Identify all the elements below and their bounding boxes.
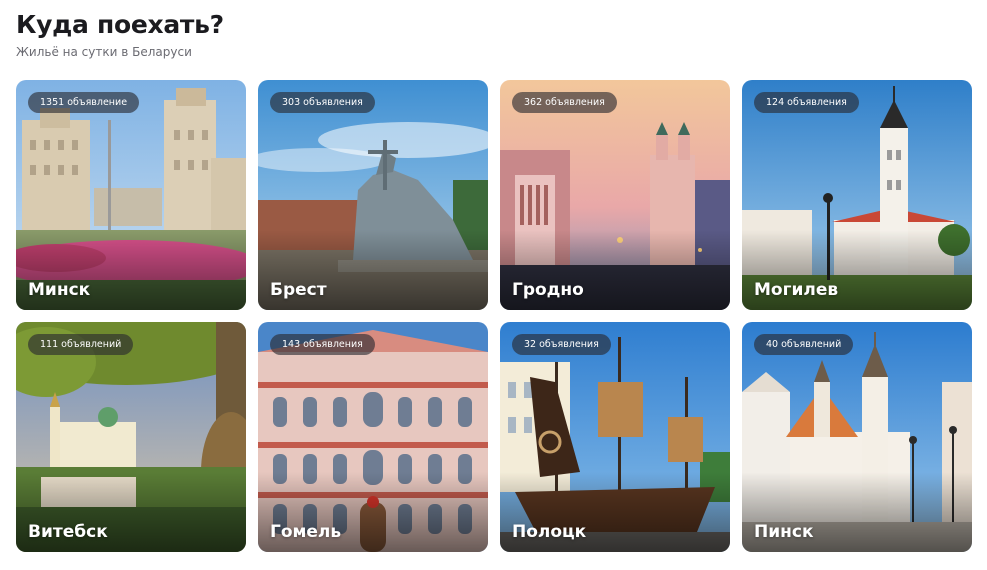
- city-card-pinsk[interactable]: 40 объявлений Пинск: [742, 322, 972, 552]
- city-name: Гродно: [512, 280, 584, 300]
- city-card-grodno[interactable]: 362 объявления Гродно: [500, 80, 730, 310]
- listings-badge: 303 объявления: [270, 92, 375, 113]
- listings-badge: 1351 объявление: [28, 92, 140, 113]
- listings-badge: 111 объявлений: [28, 334, 134, 355]
- listings-badge: 124 объявления: [754, 92, 859, 113]
- city-card-mogilev[interactable]: 124 объявления Могилев: [742, 80, 972, 310]
- city-name: Брест: [270, 280, 327, 300]
- city-card-brest[interactable]: 303 объявления Брест: [258, 80, 488, 310]
- city-grid: 1351 объявление Минск 303 объявления Бре…: [16, 80, 972, 552]
- city-card-vitebsk[interactable]: 111 объявлений Витебск: [16, 322, 246, 552]
- listings-badge: 362 объявления: [512, 92, 617, 113]
- city-name: Пинск: [754, 522, 814, 542]
- city-name: Могилев: [754, 280, 839, 300]
- listings-badge: 32 объявления: [512, 334, 611, 355]
- city-name: Минск: [28, 280, 91, 300]
- city-name: Витебск: [28, 522, 108, 542]
- listings-badge: 143 объявления: [270, 334, 375, 355]
- city-card-polotsk[interactable]: 32 объявления Полоцк: [500, 322, 730, 552]
- city-name: Полоцк: [512, 522, 587, 542]
- page-title: Куда поехать?: [16, 10, 224, 39]
- city-name: Гомель: [270, 522, 342, 542]
- page-subtitle: Жильё на сутки в Беларуси: [16, 45, 192, 59]
- city-card-minsk[interactable]: 1351 объявление Минск: [16, 80, 246, 310]
- page: Куда поехать? Жильё на сутки в Беларуси: [0, 0, 987, 570]
- listings-badge: 40 объявлений: [754, 334, 854, 355]
- city-card-gomel[interactable]: 143 объявления Гомель: [258, 322, 488, 552]
